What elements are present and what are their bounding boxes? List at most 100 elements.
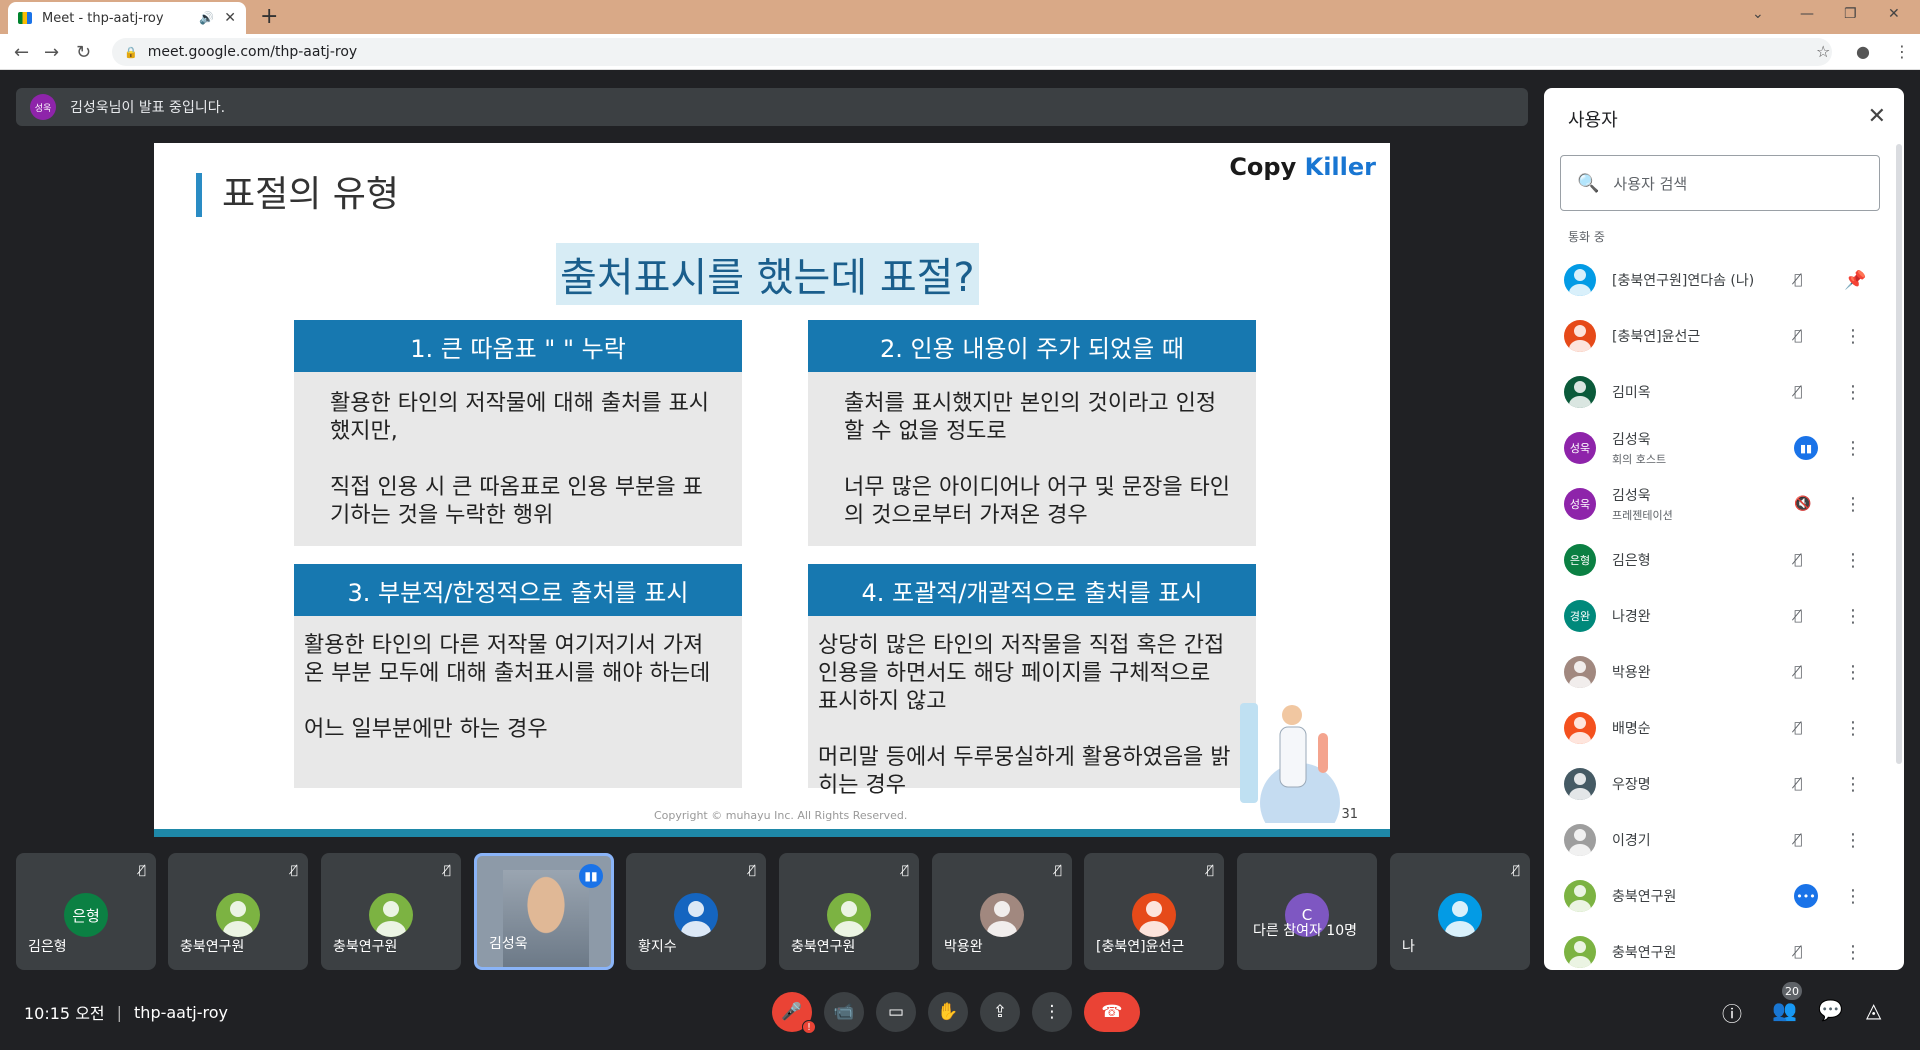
camera-button[interactable]: 📹 — [824, 992, 864, 1032]
new-tab-icon[interactable]: + — [260, 4, 278, 29]
captions-button[interactable]: ▭ — [876, 992, 916, 1032]
people-panel: 사용자 ✕ 🔍 사용자 검색 통화 중 [충북연구원]연다솜 (나) 🎙̸ 📌 [충북… — [1544, 88, 1904, 970]
more-vert-icon: ⋮ — [1043, 1002, 1061, 1022]
participant-row[interactable]: 충북연구원 🎙̸ ⋮ — [1544, 924, 1889, 970]
activities-icon[interactable]: ◬ — [1866, 998, 1881, 1022]
present-button[interactable]: ⇪ — [980, 992, 1020, 1032]
more-options-button[interactable]: ⋮ — [1032, 992, 1072, 1032]
tab-close-icon[interactable]: ✕ — [224, 10, 236, 26]
profile-icon[interactable]: ● — [1856, 42, 1870, 61]
card-text: 활용한 타인의 저작물에 대해 출처를 표시했지만, — [330, 391, 710, 444]
participant-name: 충북연구원 — [791, 939, 856, 955]
speaker-icon[interactable]: 🔊 — [199, 11, 214, 25]
participant-row[interactable]: 은형 김은형 🎙̸ ⋮ — [1544, 532, 1889, 588]
participant-row[interactable]: [충북연]윤선근 🎙̸ ⋮ — [1544, 308, 1889, 364]
more-options-icon[interactable]: ⋮ — [1844, 886, 1862, 907]
slide-page-number: 31 — [1341, 807, 1358, 822]
more-options-icon[interactable]: ⋮ — [1844, 718, 1862, 739]
avatar — [1564, 824, 1596, 856]
meeting-code: thp-aatj-roy — [134, 1002, 228, 1022]
participant-row[interactable]: [충북연구원]연다솜 (나) 🎙̸ 📌 — [1544, 252, 1889, 308]
card-body: 활용한 타인의 저작물에 대해 출처를 표시했지만, 직접 인용 시 큰 따옴표… — [294, 372, 742, 546]
participant-tile[interactable]: 🎙̸ 충북연구원 — [779, 853, 919, 970]
mic-off-icon: 🎙̸ — [1794, 552, 1803, 568]
participant-role: 프레젠테이션 — [1612, 509, 1673, 522]
participant-tile[interactable]: 🎙̸ 충북연구원 — [321, 853, 461, 970]
avatar — [216, 893, 260, 937]
participant-row[interactable]: 충북연구원 ••• ⋮ — [1544, 868, 1889, 924]
meeting-info: 10:15 오전 | thp-aatj-roy — [24, 1000, 228, 1024]
avatar — [1564, 880, 1596, 912]
more-options-icon[interactable]: ⋮ — [1844, 494, 1862, 515]
restore-icon[interactable]: ❐ — [1844, 6, 1857, 22]
browser-menu-icon[interactable]: ⋮ — [1894, 42, 1910, 61]
avatar — [827, 893, 871, 937]
more-options-icon[interactable]: ⋮ — [1844, 606, 1862, 627]
participant-tile[interactable]: 🎙̸ [충북연]윤선근 — [1084, 853, 1224, 970]
more-options-icon[interactable]: ⋮ — [1844, 326, 1862, 347]
close-icon[interactable]: ✕ — [1868, 104, 1886, 129]
participant-name-text: 김은형 — [1612, 553, 1651, 569]
leave-call-button[interactable]: ☎ — [1084, 992, 1140, 1032]
participant-tile[interactable]: ▮▮ 김성욱 — [474, 853, 614, 970]
mic-button[interactable]: 🎤 ! — [772, 992, 816, 1034]
hang-up-icon: ☎ — [1101, 1002, 1123, 1022]
participant-row[interactable]: 김미옥 🎙̸ ⋮ — [1544, 364, 1889, 420]
participant-tile[interactable]: 🎙̸ 황지수 — [626, 853, 766, 970]
participant-tile[interactable]: 🎙̸ 나 — [1390, 853, 1530, 970]
window-close-icon[interactable]: ✕ — [1888, 6, 1900, 22]
participant-tile[interactable]: 🎙̸ 충북연구원 — [168, 853, 308, 970]
avatar — [369, 893, 413, 937]
participant-row[interactable]: 경완 나경완 🎙̸ ⋮ — [1544, 588, 1889, 644]
participant-row[interactable]: 이경기 🎙̸ ⋮ — [1544, 812, 1889, 868]
avatar — [674, 893, 718, 937]
mic-off-icon: 🎙̸ — [138, 863, 146, 877]
search-placeholder: 사용자 검색 — [1613, 174, 1688, 193]
address-bar-row: ← → ↻ 🔒 meet.google.com/thp-aatj-roy ☆ ●… — [0, 34, 1920, 70]
bookmark-star-icon[interactable]: ☆ — [1816, 42, 1830, 61]
raise-hand-button[interactable]: ✋ — [928, 992, 968, 1032]
more-options-icon[interactable]: ⋮ — [1844, 382, 1862, 403]
section-in-call: 통화 중 — [1568, 230, 1605, 244]
back-icon[interactable]: ← — [14, 42, 29, 63]
avatar — [1132, 893, 1176, 937]
participant-tile[interactable]: C 다른 참여자 10명 — [1237, 853, 1377, 970]
tab-search-icon[interactable]: ⌄ — [1752, 6, 1764, 22]
more-options-icon[interactable]: ⋮ — [1844, 942, 1862, 963]
chat-icon[interactable]: 💬 — [1818, 998, 1843, 1022]
avatar: 은형 — [64, 893, 108, 937]
participant-name: [충북연]윤선근 — [1612, 326, 1700, 346]
card-text: 상당히 많은 타인의 저작물을 직접 혹은 간접 인용을 하면서도 해당 페이지… — [818, 633, 1225, 714]
participant-name: 배명순 — [1612, 718, 1651, 738]
minimize-icon[interactable]: — — [1800, 6, 1814, 22]
participant-name: 김미옥 — [1612, 382, 1651, 402]
search-input[interactable]: 🔍 사용자 검색 — [1560, 155, 1880, 211]
mic-off-icon: 🎙̸ — [1794, 832, 1803, 848]
more-options-icon[interactable]: ⋮ — [1844, 830, 1862, 851]
participant-tile[interactable]: 🎙̸ 박용완 — [932, 853, 1072, 970]
mic-off-icon: 🎙̸ — [1054, 863, 1062, 877]
participant-row[interactable]: 배명순 🎙̸ ⋮ — [1544, 700, 1889, 756]
more-options-icon[interactable]: ⋮ — [1844, 774, 1862, 795]
participant-row[interactable]: 성욱 김성욱 프레젠테이션 🔇 ⋮ — [1544, 476, 1889, 532]
mic-off-icon: 🎙̸ — [748, 863, 756, 877]
forward-icon[interactable]: → — [44, 42, 59, 63]
participant-row[interactable]: 박용완 🎙̸ ⋮ — [1544, 644, 1889, 700]
more-options-icon[interactable]: ⋮ — [1844, 550, 1862, 571]
browser-tab[interactable]: Meet - thp-aatj-roy 🔊 ✕ — [8, 2, 246, 34]
meeting-details-icon[interactable]: ⓘ — [1722, 998, 1742, 1027]
participant-name: 김성욱 회의 호스트 — [1612, 429, 1666, 467]
pin-icon[interactable]: 📌 — [1844, 270, 1866, 291]
participant-tile[interactable]: 은형 🎙̸ 김은형 — [16, 853, 156, 970]
url-field[interactable]: 🔒 meet.google.com/thp-aatj-roy — [112, 38, 1832, 66]
people-icon[interactable]: 👥 — [1772, 998, 1797, 1022]
avatar: 성욱 — [1564, 488, 1596, 520]
participant-row[interactable]: 성욱 김성욱 회의 호스트 ▮▮ ⋮ — [1544, 420, 1889, 476]
avatar: 은형 — [1564, 544, 1596, 576]
panel-scrollbar[interactable] — [1896, 144, 1902, 764]
participant-row[interactable]: 우장명 🎙̸ ⋮ — [1544, 756, 1889, 812]
reload-icon[interactable]: ↻ — [76, 42, 91, 63]
participant-name: 나 — [1402, 939, 1415, 955]
more-options-icon[interactable]: ⋮ — [1844, 438, 1862, 459]
more-options-icon[interactable]: ⋮ — [1844, 662, 1862, 683]
